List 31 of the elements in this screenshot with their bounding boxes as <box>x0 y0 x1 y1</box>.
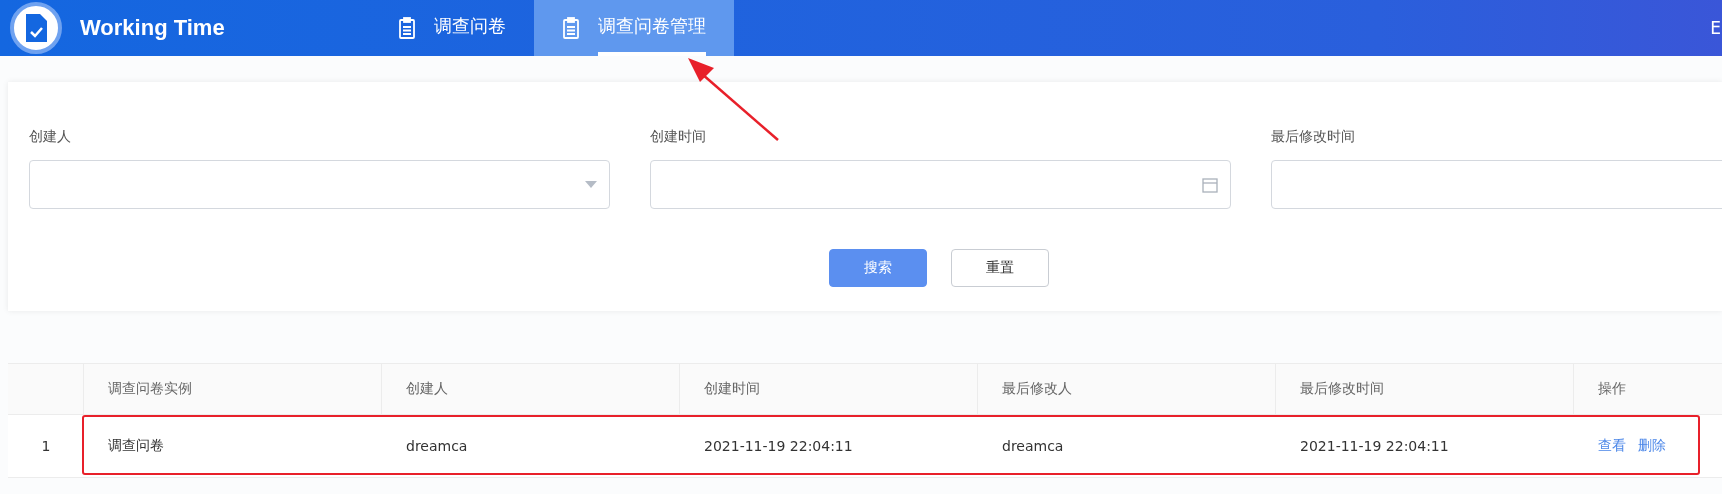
field-label: 创建人 <box>29 128 72 146</box>
field-label: 创建时间 <box>650 128 707 146</box>
column-header: 调查问卷实例 <box>84 364 382 414</box>
calendar-icon <box>1202 176 1218 193</box>
column-header: 操作 <box>1574 364 1722 414</box>
select-field[interactable] <box>29 160 610 209</box>
logo-icon <box>10 2 62 54</box>
clipboard-icon <box>562 17 580 39</box>
input-field[interactable] <box>1271 160 1722 209</box>
table-cell-text: dreamca <box>1001 437 1065 456</box>
column-header: 最后修改人 <box>978 364 1276 414</box>
app-title: Working Time <box>80 15 226 41</box>
nav-tab[interactable]: 调查问卷 <box>370 0 534 56</box>
user-name[interactable]: E <box>1710 18 1721 38</box>
column-header: 创建时间 <box>680 364 978 414</box>
table-cell-text: 2021-11-19 22:04:11 <box>703 437 854 456</box>
search-button[interactable]: 搜索 <box>828 249 927 287</box>
date-field[interactable] <box>650 160 1231 209</box>
column-header: 最后修改时间 <box>1276 364 1574 414</box>
table-cell-text: 2021-11-19 22:04:11 <box>1299 437 1450 456</box>
column-header: 创建人 <box>382 364 680 414</box>
table-cell-text: 调查问卷 <box>107 436 165 455</box>
caret-icon <box>585 181 597 188</box>
action-link[interactable]: 查看 <box>1598 437 1626 455</box>
reset-button[interactable]: 重置 <box>950 249 1049 287</box>
table-cell-text: dreamca <box>405 437 469 456</box>
row-number: 1 <box>40 437 52 456</box>
nav-tab[interactable]: 调查问卷管理 <box>534 0 734 56</box>
field-label: 最后修改时间 <box>1271 128 1356 146</box>
action-link[interactable]: 删除 <box>1638 437 1666 455</box>
clipboard-icon <box>398 17 416 39</box>
